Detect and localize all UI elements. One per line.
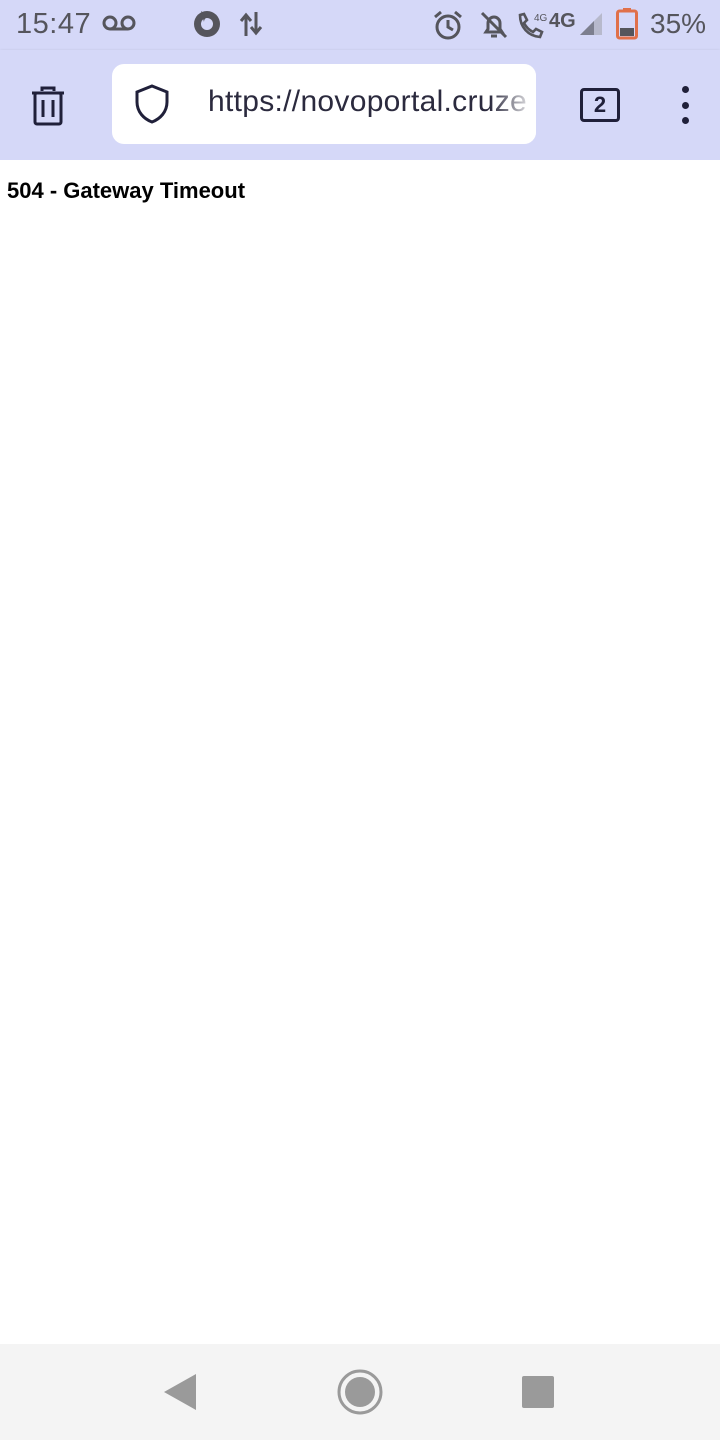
status-bar: 15:47 4G 4G 35% <box>0 0 720 50</box>
browser-toolbar: https://novoportal.cruze 2 <box>0 50 720 160</box>
shield-icon <box>135 84 169 124</box>
alarm-icon <box>434 10 462 40</box>
menu-dot <box>681 117 689 124</box>
volte-call-icon: 4G <box>518 12 548 39</box>
web-page-content: 504 - Gateway Timeout <box>0 160 720 1344</box>
status-time: 15:47 <box>16 8 92 40</box>
battery-percent: 35% <box>650 8 707 39</box>
menu-dot <box>681 86 689 93</box>
url-bar[interactable]: https://novoportal.cruze <box>112 64 536 144</box>
network-type: 4G <box>549 10 576 32</box>
browser-screen: 15:47 4G 4G 35% https://novoportal.cruze… <box>0 0 720 1440</box>
data-transfer-icon <box>239 12 263 36</box>
tracking-protection-button[interactable] <box>132 84 172 124</box>
bell-off-icon <box>480 11 508 39</box>
more-vert-icon[interactable] <box>666 80 704 130</box>
page-title: 504 - Gateway Timeout <box>7 178 246 203</box>
tab-counter-button[interactable]: 2 <box>580 88 620 122</box>
battery-icon <box>616 8 638 40</box>
svg-text:4G: 4G <box>534 13 548 24</box>
signal-icon <box>580 13 602 35</box>
recents-icon[interactable] <box>522 1376 554 1408</box>
url-text[interactable]: https://novoportal.cruze <box>208 85 536 125</box>
system-nav-bar <box>0 1344 720 1440</box>
home-icon[interactable] <box>336 1368 384 1416</box>
trash-icon <box>32 86 64 126</box>
url-fade <box>490 64 536 144</box>
back-icon[interactable] <box>162 1372 198 1412</box>
delete-tabs-button[interactable] <box>24 82 72 130</box>
menu-dot <box>681 101 689 109</box>
voicemail-icon <box>102 15 136 31</box>
firefox-icon <box>194 11 220 37</box>
